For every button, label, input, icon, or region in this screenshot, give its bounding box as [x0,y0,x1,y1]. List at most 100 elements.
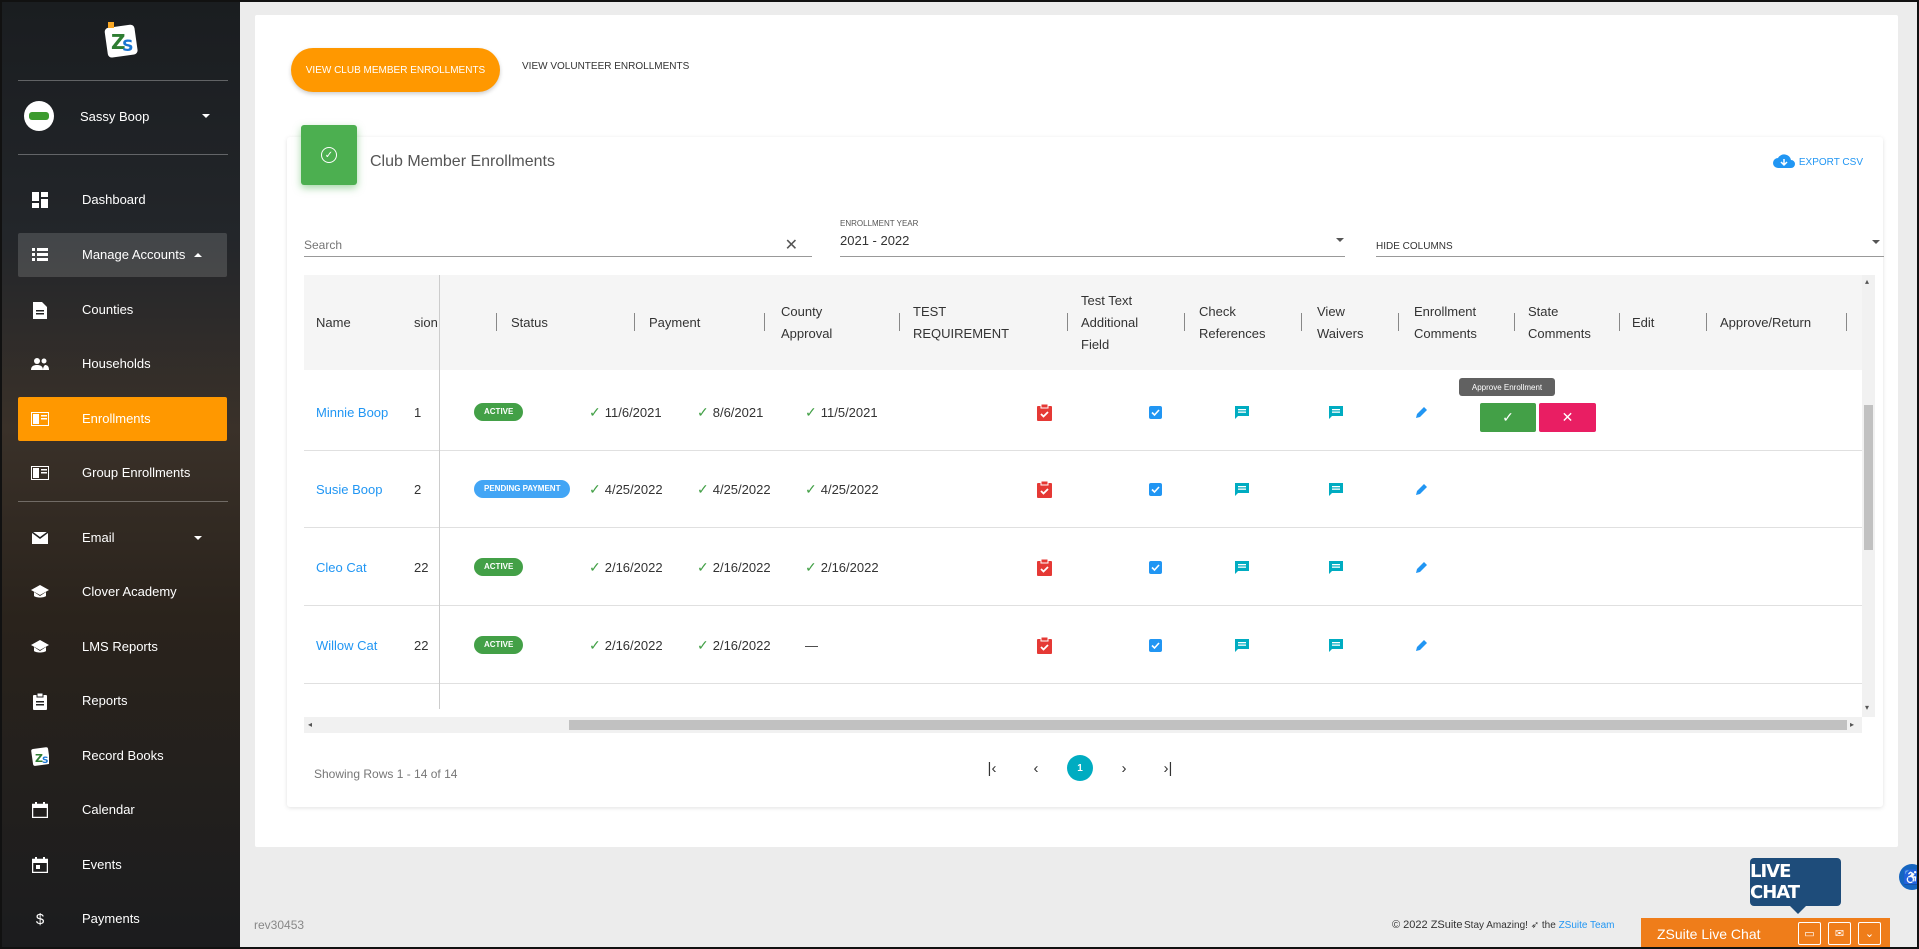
search-input[interactable] [304,238,744,252]
sidebar-item-calendar[interactable]: Calendar [18,788,227,832]
sidebar-item-email[interactable]: Email [18,516,227,560]
sidebar-item-label: Record Books [82,748,164,763]
check-references-cell [1037,528,1052,606]
comment-icon[interactable] [1235,560,1249,574]
checkbox-icon[interactable] [1149,560,1162,574]
mail-icon[interactable]: ✉ [1828,922,1851,945]
sidebar-item-record-books[interactable]: ZS Record Books [18,734,227,778]
col-state-comments[interactable]: State Comments [1528,275,1591,370]
pencil-icon[interactable] [1416,483,1428,495]
zsuite-team-link[interactable]: ZSuite Team [1559,920,1615,931]
sidebar-item-label: Counties [82,302,134,317]
chevron-down-icon[interactable]: ⌄ [1858,922,1881,945]
member-name-link[interactable]: Cleo Cat [316,528,367,606]
copyright: © 2022 ZSuite [1392,919,1463,931]
col-enrollment-comments[interactable]: Enrollment Comments [1414,275,1477,370]
comment-icon[interactable] [1235,638,1249,652]
checkbox-icon[interactable] [1149,405,1162,419]
sidebar-item-manage-accounts[interactable]: Manage Accounts [18,233,227,277]
enrollment-year-select[interactable]: ENROLLMENT YEAR 2021 - 2022 [840,217,1345,257]
scrollbar-thumb[interactable] [1864,405,1873,550]
clipboard-check-icon[interactable] [1037,558,1052,576]
sidebar-item-lms-reports[interactable]: LMS Reports [18,625,227,669]
sidebar-item-payments[interactable]: $ Payments [18,897,227,941]
sidebar-item-group-enrollments[interactable]: Group Enrollments [18,451,227,495]
comment-icon[interactable] [1329,405,1343,419]
checkbox-icon[interactable] [1149,482,1162,496]
tab-club-member-enrollments[interactable]: VIEW CLUB MEMBER ENROLLMENTS [291,48,500,92]
col-test-text[interactable]: Test Text Additional Field [1081,275,1138,370]
user-name: Sassy Boop [80,108,150,124]
col-session[interactable]: sion [414,275,438,370]
clipboard-check-icon[interactable] [1037,480,1052,498]
return-button[interactable]: ✕ [1539,403,1596,432]
county-approval-cell: ✓ 4/25/2022 [697,450,771,528]
sidebar-item-reports[interactable]: Reports [18,679,227,723]
col-view-waivers[interactable]: View Waivers [1317,275,1363,370]
sidebar-item-dashboard[interactable]: Dashboard [18,178,227,222]
status-cell: ACTIVE [474,373,524,451]
comment-icon[interactable] [1329,482,1343,496]
user-menu[interactable]: Sassy Boop [24,99,224,133]
member-name-link[interactable]: Willow Cat [316,606,377,684]
check-references-cell [1037,373,1052,451]
state-comments-cell [1329,528,1343,606]
clipboard-check-icon[interactable] [1037,636,1052,654]
prev-page-icon[interactable]: ‹ [1023,755,1049,781]
col-test-requirement[interactable]: TEST REQUIREMENT [913,275,1009,370]
scrollbar-thumb[interactable] [569,720,1847,730]
col-payment[interactable]: Payment [649,275,700,370]
accessibility-icon[interactable]: ♿ [1899,864,1917,890]
comment-icon[interactable] [1329,638,1343,652]
divider [18,154,228,155]
edit-cell [1416,528,1428,606]
col-county-approval-line2: Approval [781,325,833,341]
export-csv-button[interactable]: EXPORT CSV [1772,154,1863,171]
close-icon: ✕ [1561,409,1574,425]
col-edit[interactable]: Edit [1632,275,1654,370]
first-page-icon[interactable]: |‹ [979,755,1005,781]
pencil-icon[interactable] [1416,406,1428,418]
col-status[interactable]: Status [511,275,548,370]
sidebar-item-clover-academy[interactable]: Clover Academy [18,570,227,614]
scroll-left-icon[interactable]: ◂ [308,720,312,729]
next-page-icon[interactable]: › [1111,755,1137,781]
live-chat-bubble[interactable]: LIVE CHAT [1750,858,1841,914]
clipboard-check-icon[interactable] [1037,403,1052,421]
scroll-right-icon[interactable]: ▸ [1850,720,1854,729]
sidebar-item-households[interactable]: Households [18,342,227,386]
horizontal-scrollbar[interactable]: ◂ ▸ [304,717,1862,733]
col-name[interactable]: Name [316,275,351,370]
chat-icon[interactable]: ▭ [1798,922,1821,945]
last-page-icon[interactable]: ›| [1155,755,1181,781]
payment-cell-value: 4/25/2022 [604,481,663,497]
zsuite-logo[interactable]: ZS [102,20,142,60]
comment-icon[interactable] [1329,560,1343,574]
pencil-icon[interactable] [1416,561,1428,573]
member-name-link[interactable]: Minnie Boop [316,373,388,451]
sidebar-item-events[interactable]: Events [18,843,227,887]
member-name-link[interactable]: Susie Boop [316,450,383,528]
comment-icon[interactable] [1235,405,1249,419]
sidebar-item-enrollments[interactable]: Enrollments [18,397,227,441]
checkbox-icon[interactable] [1149,638,1162,652]
page-number[interactable]: 1 [1067,755,1093,781]
scroll-down-icon[interactable]: ▾ [1865,703,1869,712]
scroll-up-icon[interactable]: ▴ [1865,277,1869,286]
pencil-icon[interactable] [1416,639,1428,651]
sidebar-item-counties[interactable]: Counties [18,288,227,332]
live-chat-bar[interactable]: ZSuite Live Chat ▭ ✉ ⌄ [1641,918,1890,947]
check-icon: ✓ [697,480,709,497]
close-icon[interactable]: ✕ [785,235,798,255]
comment-icon[interactable] [1235,482,1249,496]
col-check-references[interactable]: Check References [1199,275,1265,370]
hide-columns-select[interactable]: HIDE COLUMNS [1376,225,1884,257]
approve-button[interactable]: ✓ [1480,403,1536,432]
col-county-approval-line1: County [781,303,823,319]
col-approve-return[interactable]: Approve/Return [1720,275,1811,370]
tab-volunteer-enrollments[interactable]: VIEW VOLUNTEER ENROLLMENTS [522,61,689,72]
col-county-approval[interactable]: County Approval [781,275,832,370]
search-field[interactable]: ✕ [304,225,812,257]
people-icon [31,355,49,373]
vertical-scrollbar[interactable]: ▴ ▾ [1862,275,1875,717]
